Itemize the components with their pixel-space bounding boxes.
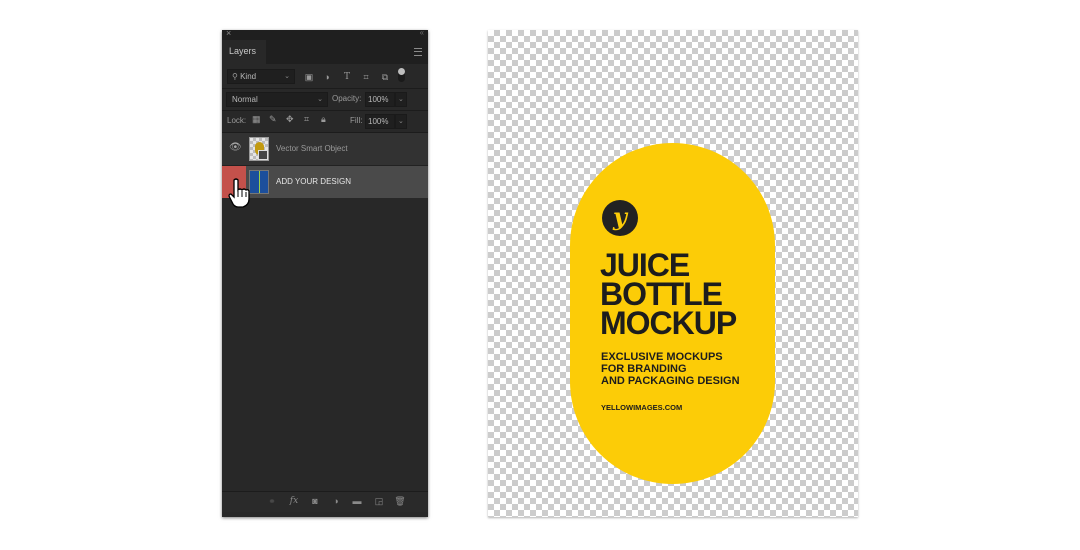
opacity-slider-button[interactable]: ⌄: [395, 92, 407, 107]
close-panel-button[interactable]: ×: [226, 28, 231, 38]
layers-panel: × ‹‹ Layers ⚲ Kind ⌄ ▣ ◑ T ⌗ ⧉ Normal ⌄ …: [222, 28, 428, 517]
blend-mode-dropdown[interactable]: Normal ⌄: [226, 92, 328, 107]
panel-menu-icon[interactable]: [414, 48, 422, 56]
fx-icon[interactable]: fx: [288, 496, 300, 506]
opacity-input[interactable]: 100%: [365, 92, 395, 107]
mask-icon[interactable]: ◙: [309, 496, 321, 506]
document-canvas[interactable]: y JUICE BOTTLE MOCKUP EXCLUSIVE MOCKUPS …: [488, 30, 858, 517]
search-icon: ⚲: [232, 72, 238, 81]
adjustment-icon[interactable]: ◑: [330, 496, 342, 506]
new-layer-icon[interactable]: ◲: [373, 496, 385, 507]
panel-bottom-toolbar: ⚭ fx ◙ ◑ ▬ ◲ 🗑︎: [222, 491, 428, 512]
type-layer-filter-icon[interactable]: T: [342, 72, 352, 82]
opacity-label: Opacity:: [332, 94, 362, 103]
lock-row: Lock: ▦ ✎ ✥ ⌗ 🔒︎ Fill: 100% ⌄: [222, 110, 428, 133]
layer-row-selected[interactable]: ADD YOUR DESIGN: [222, 166, 428, 198]
adjustment-layer-filter-icon[interactable]: ◑: [322, 72, 332, 82]
eye-icon: 👁︎: [229, 142, 242, 153]
headline: JUICE BOTTLE MOCKUP: [600, 247, 737, 341]
visibility-toggle[interactable]: 👁︎: [222, 133, 246, 165]
fill-label: Fill:: [350, 116, 363, 125]
chevron-down-icon: ⌄: [398, 96, 404, 103]
trash-icon[interactable]: 🗑︎: [394, 496, 406, 507]
chevron-down-icon: ⌄: [398, 118, 404, 125]
yellow-images-logo: y: [602, 200, 638, 236]
panel-tab-row: Layers: [222, 40, 428, 64]
link-icon[interactable]: ⚭: [266, 496, 278, 507]
shape-layer-filter-icon[interactable]: ⌗: [361, 72, 371, 82]
chevron-down-icon: ⌄: [284, 73, 290, 80]
lock-image-pixels-icon[interactable]: ✎: [269, 114, 277, 125]
lock-label: Lock:: [227, 116, 247, 125]
group-folder-icon[interactable]: ▬: [351, 496, 363, 506]
hand-cursor-icon: [228, 178, 250, 208]
layer-thumbnail: [249, 137, 269, 161]
layer-row[interactable]: 👁︎ Vector Smart Object: [222, 133, 428, 166]
blend-row: Normal ⌄ Opacity: 100% ⌄: [222, 88, 428, 111]
filter-toggle-switch[interactable]: [398, 68, 405, 82]
fill-input[interactable]: 100%: [365, 114, 395, 129]
lock-artboard-icon[interactable]: ⌗: [304, 114, 309, 125]
fill-slider-button[interactable]: ⌄: [395, 114, 407, 129]
smart-object-badge-icon: [258, 150, 268, 160]
collapse-panel-button[interactable]: ‹‹: [420, 28, 424, 37]
smart-object-filter-icon[interactable]: ⧉: [380, 72, 390, 82]
layer-name[interactable]: Vector Smart Object: [276, 144, 348, 153]
lock-all-icon[interactable]: 🔒︎: [321, 114, 326, 125]
filter-kind-dropdown[interactable]: ⚲ Kind ⌄: [227, 69, 295, 84]
subheadline: EXCLUSIVE MOCKUPS FOR BRANDING AND PACKA…: [601, 351, 740, 387]
tab-layers[interactable]: Layers: [222, 40, 266, 64]
layer-thumbnail: [249, 170, 269, 194]
pixel-layer-filter-icon[interactable]: ▣: [304, 72, 314, 82]
panel-top-bar: × ‹‹: [222, 28, 428, 40]
lock-transparent-pixels-icon[interactable]: ▦: [252, 114, 261, 125]
website-text: YELLOWIMAGES.COM: [601, 403, 683, 412]
chevron-down-icon: ⌄: [317, 96, 323, 103]
layer-name[interactable]: ADD YOUR DESIGN: [276, 177, 351, 186]
lock-position-icon[interactable]: ✥: [286, 114, 294, 125]
juice-bottle-label: y JUICE BOTTLE MOCKUP EXCLUSIVE MOCKUPS …: [570, 143, 775, 484]
